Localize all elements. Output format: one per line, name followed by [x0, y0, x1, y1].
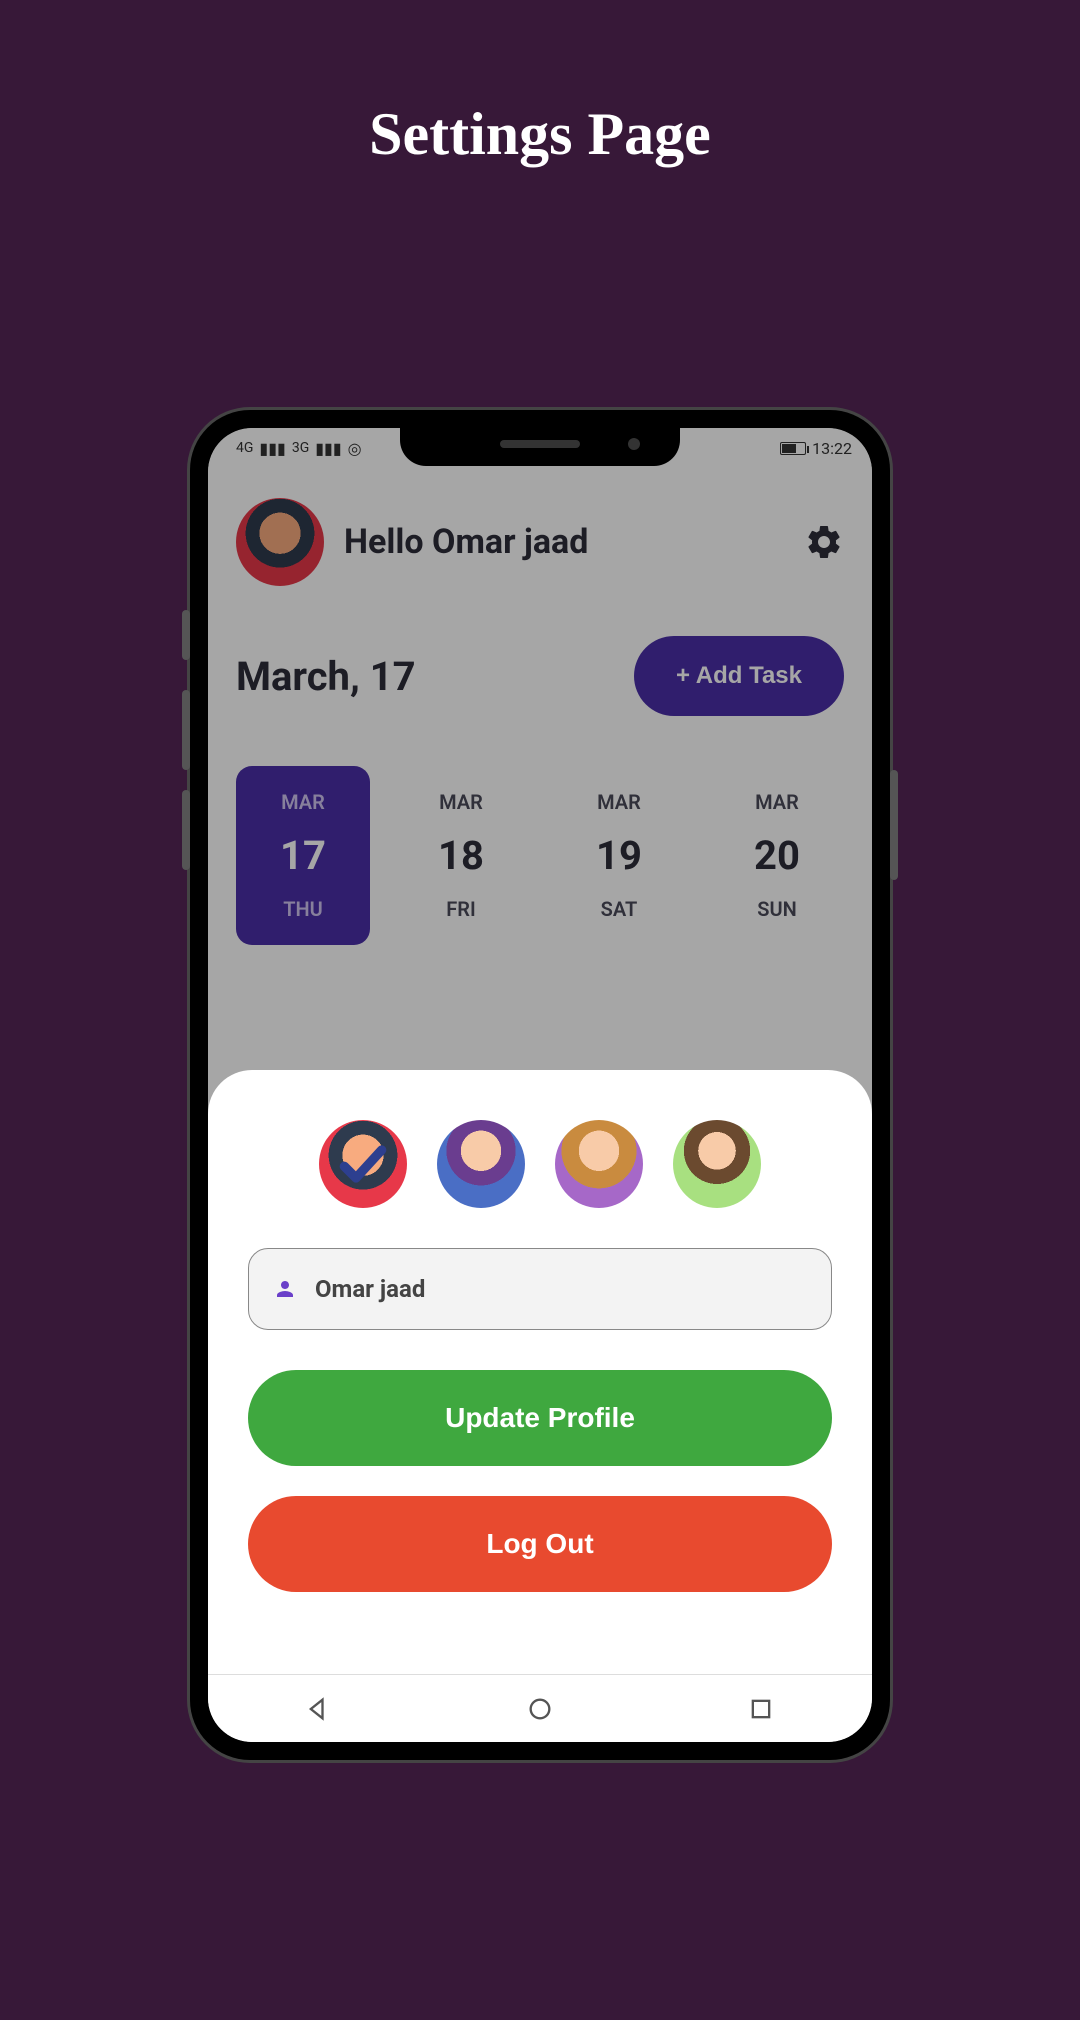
name-input-value: Omar jaad — [315, 1275, 425, 1303]
phone-frame: 4G ▮▮▮ 3G ▮▮▮ ◎ 13:22 Hello Omar jaad — [190, 410, 890, 1760]
home-icon[interactable] — [526, 1695, 554, 1723]
phone-screen: 4G ▮▮▮ 3G ▮▮▮ ◎ 13:22 Hello Omar jaad — [208, 428, 872, 1742]
check-icon — [319, 1120, 407, 1208]
name-input[interactable]: Omar jaad — [248, 1248, 832, 1330]
android-nav-bar — [208, 1674, 872, 1742]
back-icon[interactable] — [305, 1695, 333, 1723]
phone-notch — [400, 428, 680, 466]
avatar-option-young-man[interactable] — [437, 1120, 525, 1208]
page-title: Settings Page — [0, 100, 1080, 169]
mute-switch — [182, 610, 190, 660]
logout-button[interactable]: Log Out — [248, 1496, 832, 1592]
avatar-option-blond-beard[interactable] — [555, 1120, 643, 1208]
volume-up-button — [182, 690, 190, 770]
power-button — [890, 770, 898, 880]
settings-bottom-sheet: Omar jaad Update Profile Log Out — [208, 1070, 872, 1742]
avatar-picker — [248, 1120, 832, 1208]
volume-down-button — [182, 790, 190, 870]
recent-icon[interactable] — [747, 1695, 775, 1723]
person-icon — [273, 1277, 297, 1301]
avatar-option-bearded-man[interactable] — [319, 1120, 407, 1208]
avatar-option-woman[interactable] — [673, 1120, 761, 1208]
update-profile-button[interactable]: Update Profile — [248, 1370, 832, 1466]
